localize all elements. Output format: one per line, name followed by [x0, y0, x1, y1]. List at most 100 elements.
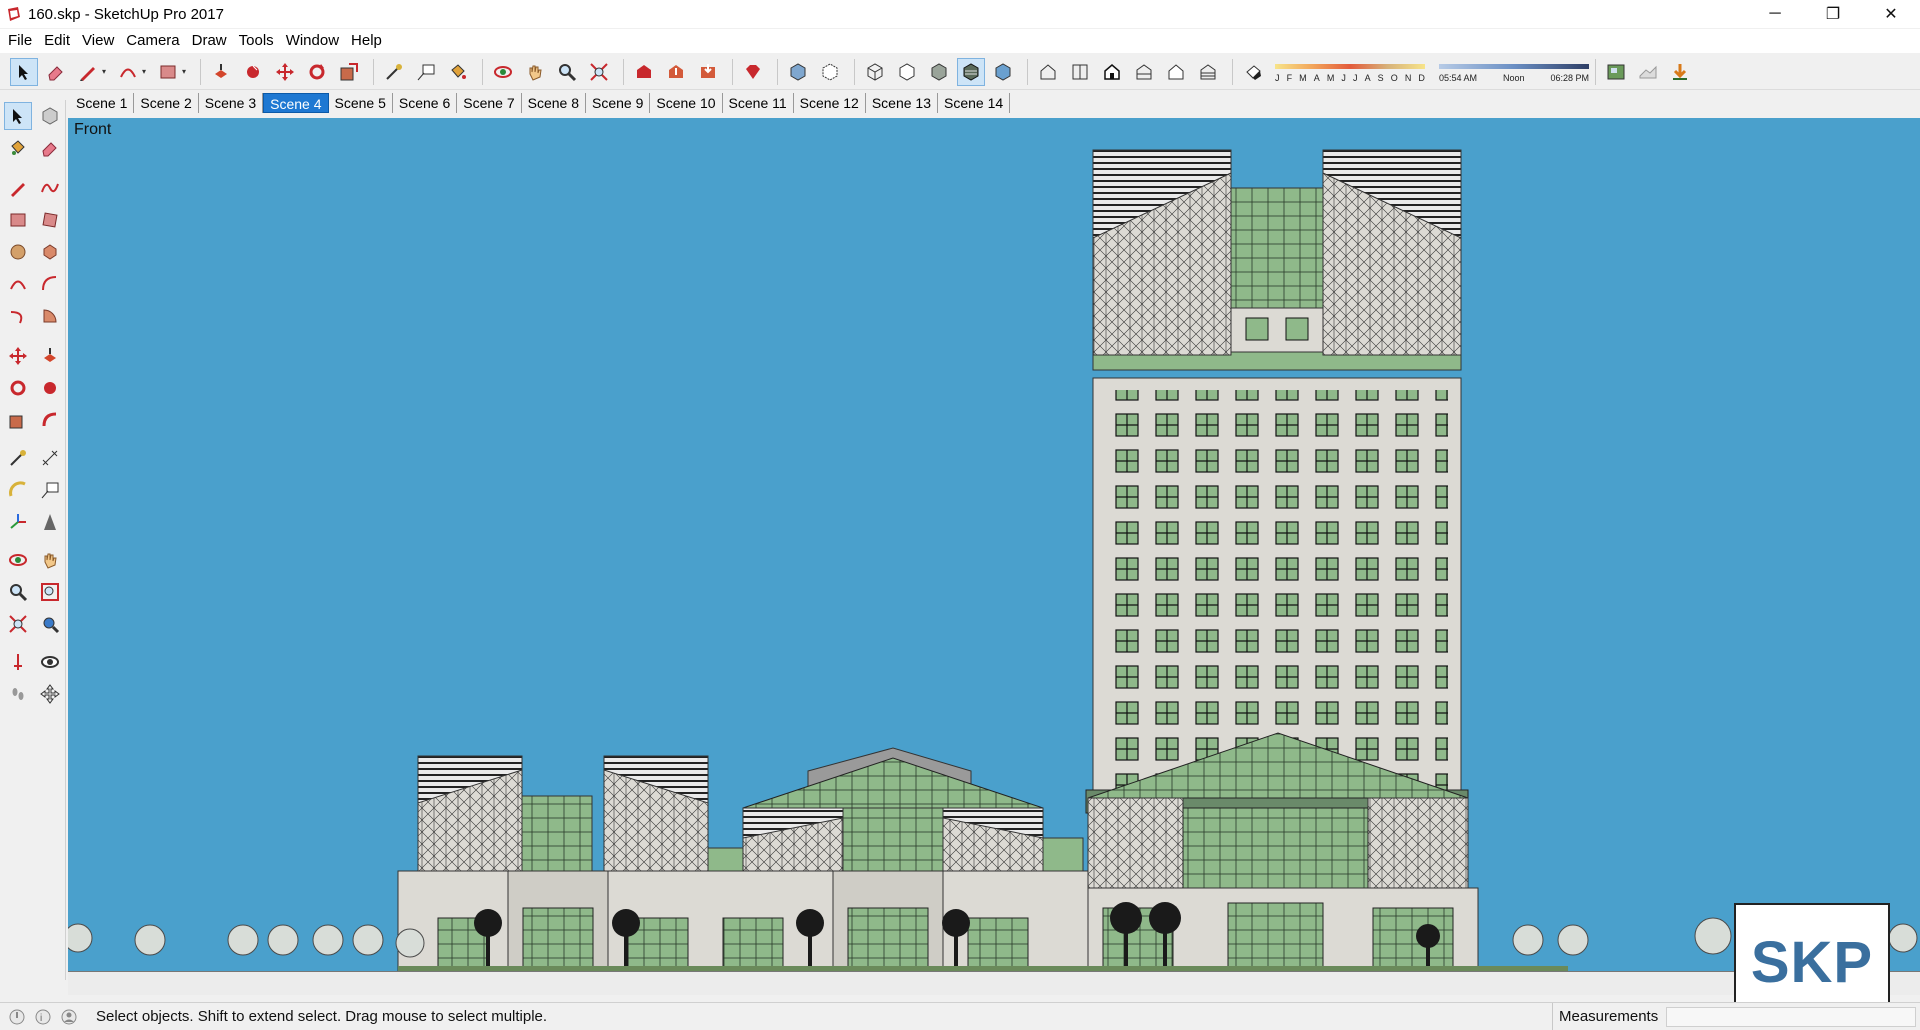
top-view-button[interactable]: [1066, 58, 1094, 86]
scene-tab-3[interactable]: Scene 3: [199, 93, 264, 113]
protractor-left-button[interactable]: [4, 476, 32, 504]
menu-tools[interactable]: Tools: [233, 29, 280, 53]
add-location-button[interactable]: [1602, 58, 1630, 86]
offset-left-button[interactable]: [36, 406, 64, 434]
scene-tab-12[interactable]: Scene 12: [794, 93, 866, 113]
pie-left-button[interactable]: [36, 302, 64, 330]
restore-button[interactable]: ❐: [1804, 0, 1862, 28]
geolocation-icon[interactable]: [8, 1008, 26, 1026]
extension-warehouse-button[interactable]: [739, 58, 767, 86]
menu-draw[interactable]: Draw: [186, 29, 233, 53]
iso-view-button[interactable]: [1034, 58, 1062, 86]
back-view-button[interactable]: [1162, 58, 1190, 86]
scene-tab-14[interactable]: Scene 14: [938, 93, 1011, 113]
scene-tab-4[interactable]: Scene 4: [263, 93, 329, 113]
polygon-left-button[interactable]: [36, 238, 64, 266]
scale-tool-button[interactable]: [335, 58, 363, 86]
scene-tab-6[interactable]: Scene 6: [393, 93, 458, 113]
scene-tab-13[interactable]: Scene 13: [866, 93, 939, 113]
line-tool-button[interactable]: [74, 58, 102, 86]
wireframe-style-button[interactable]: [861, 58, 889, 86]
scene-tab-1[interactable]: Scene 1: [70, 93, 135, 113]
rotated-rectangle-left-button[interactable]: [36, 206, 64, 234]
rectangle-tool-button[interactable]: [154, 58, 182, 86]
text-tool-button[interactable]: [412, 58, 440, 86]
monochrome-style-button[interactable]: [989, 58, 1017, 86]
make-component-button[interactable]: [36, 102, 64, 130]
shadow-time-slider[interactable]: 05:54 AM Noon 06:28 PM: [1439, 58, 1589, 86]
zoom-tool-button[interactable]: [553, 58, 581, 86]
scene-tab-9[interactable]: Scene 9: [586, 93, 651, 113]
scene-tab-7[interactable]: Scene 7: [457, 93, 522, 113]
zoom-extents-left-button[interactable]: [4, 610, 32, 638]
shadow-date-slider[interactable]: J F M A M J J A S O N D: [1275, 58, 1425, 86]
scale-left-button[interactable]: [4, 406, 32, 434]
close-button[interactable]: ✕: [1862, 0, 1920, 28]
scene-tab-11[interactable]: Scene 11: [723, 93, 794, 113]
select-tool-left-button[interactable]: [4, 102, 32, 130]
menu-camera[interactable]: Camera: [120, 29, 185, 53]
paint-bucket-left-button[interactable]: [4, 134, 32, 162]
push-pull-left-button[interactable]: [36, 342, 64, 370]
rotate-left-button[interactable]: [4, 374, 32, 402]
eraser-left-button[interactable]: [36, 134, 64, 162]
model-viewport[interactable]: Front: [68, 118, 1920, 995]
photo-textures-button[interactable]: [1666, 58, 1694, 86]
shaded-style-button[interactable]: [925, 58, 953, 86]
push-pull-tool-button[interactable]: [207, 58, 235, 86]
scene-tab-8[interactable]: Scene 8: [522, 93, 586, 113]
3d-warehouse-button[interactable]: [630, 58, 658, 86]
scene-tab-2[interactable]: Scene 2: [134, 93, 199, 113]
front-view-button[interactable]: [1098, 58, 1126, 86]
left-view-button[interactable]: [1194, 58, 1222, 86]
walk-left-button[interactable]: [4, 680, 32, 708]
eraser-tool-button[interactable]: [42, 58, 70, 86]
circle-left-button[interactable]: [4, 238, 32, 266]
measurements-field[interactable]: [1666, 1007, 1916, 1027]
3d-text-left-button[interactable]: [36, 508, 64, 536]
credits-icon[interactable]: i: [34, 1008, 52, 1026]
arc-tool-button[interactable]: [114, 58, 142, 86]
line-left-button[interactable]: [4, 174, 32, 202]
menu-window[interactable]: Window: [280, 29, 345, 53]
follow-me-left-button[interactable]: [36, 374, 64, 402]
menu-view[interactable]: View: [76, 29, 120, 53]
move-tool-button[interactable]: [271, 58, 299, 86]
right-view-button[interactable]: [1130, 58, 1158, 86]
tape-measure-tool-button[interactable]: [380, 58, 408, 86]
share-model-button[interactable]: [662, 58, 690, 86]
zoom-window-left-button[interactable]: [36, 578, 64, 606]
follow-me-tool-button[interactable]: [239, 58, 267, 86]
zoom-left-button[interactable]: [4, 578, 32, 606]
pan-left-button[interactable]: [36, 546, 64, 574]
menu-help[interactable]: Help: [345, 29, 388, 53]
xray-style-button[interactable]: [784, 58, 812, 86]
select-tool-button[interactable]: [10, 57, 38, 86]
text-left-button[interactable]: [36, 476, 64, 504]
look-around-left-button[interactable]: [36, 648, 64, 676]
two-point-arc-left-button[interactable]: [36, 270, 64, 298]
shaded-textures-style-button[interactable]: [957, 57, 985, 86]
pan-tool-button[interactable]: [521, 58, 549, 86]
section-plane-left-button[interactable]: [36, 680, 64, 708]
menu-file[interactable]: File: [2, 29, 38, 53]
dimension-left-button[interactable]: [36, 444, 64, 472]
back-edges-style-button[interactable]: [816, 58, 844, 86]
orbit-tool-button[interactable]: [489, 58, 517, 86]
arc-dropdown-chevron-icon[interactable]: ▾: [142, 67, 150, 76]
arc-left-button[interactable]: [4, 270, 32, 298]
position-camera-left-button[interactable]: [4, 648, 32, 676]
three-point-arc-left-button[interactable]: [4, 302, 32, 330]
shape-dropdown-chevron-icon[interactable]: ▾: [182, 67, 190, 76]
minimize-button[interactable]: ─: [1746, 0, 1804, 28]
line-dropdown-chevron-icon[interactable]: ▾: [102, 67, 110, 76]
zoom-extents-button[interactable]: [585, 58, 613, 86]
get-models-button[interactable]: [694, 58, 722, 86]
freehand-left-button[interactable]: [36, 174, 64, 202]
rectangle-left-button[interactable]: [4, 206, 32, 234]
tape-measure-left-button[interactable]: [4, 444, 32, 472]
hidden-line-style-button[interactable]: [893, 58, 921, 86]
menu-edit[interactable]: Edit: [38, 29, 76, 53]
user-account-icon[interactable]: [60, 1008, 78, 1026]
scene-tab-5[interactable]: Scene 5: [329, 93, 393, 113]
